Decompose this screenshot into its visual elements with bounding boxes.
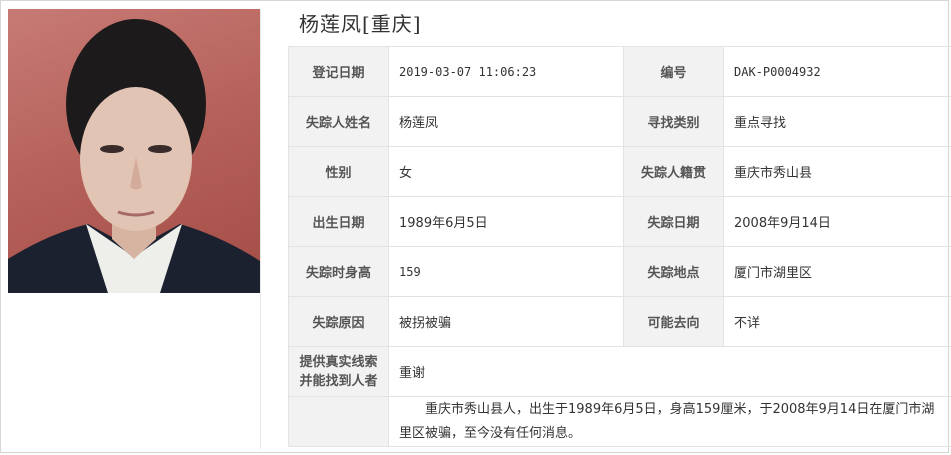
table-row: 性别 女 失踪人籍贯 重庆市秀山县: [288, 146, 951, 197]
reason-value: 被拐被骗: [388, 296, 624, 347]
reg-date-label: 登记日期: [288, 46, 389, 97]
photo-panel: [8, 9, 261, 449]
search-type-value: 重点寻找: [723, 96, 951, 147]
reward-value: 重谢: [388, 346, 951, 397]
missing-date-label: 失踪日期: [623, 196, 724, 247]
search-type-label: 寻找类别: [623, 96, 724, 147]
table-row: 出生日期 1989年6月5日 失踪日期 2008年9月14日: [288, 196, 951, 247]
description-text: 重庆市秀山县人，出生于1989年6月5日，身高159厘米，于2008年9月14日…: [388, 396, 951, 447]
person-photo: [8, 9, 260, 293]
table-row: 提供真实线索并能找到人者 重谢: [288, 346, 951, 397]
missing-date-value: 2008年9月14日: [723, 196, 951, 247]
native-place-label: 失踪人籍贯: [623, 146, 724, 197]
table-row: 失踪人姓名 杨莲凤 寻找类别 重点寻找: [288, 96, 951, 147]
table-row: 失踪时身高 159 失踪地点 厦门市湖里区: [288, 246, 951, 297]
missing-place-label: 失踪地点: [623, 246, 724, 297]
height-label: 失踪时身高: [288, 246, 389, 297]
destination-value: 不详: [723, 296, 951, 347]
gender-label: 性别: [288, 146, 389, 197]
name-label: 失踪人姓名: [288, 96, 389, 147]
missing-place-value: 厦门市湖里区: [723, 246, 951, 297]
birth-date-value: 1989年6月5日: [388, 196, 624, 247]
table-row: 失踪原因 被拐被骗 可能去向 不详: [288, 296, 951, 347]
info-table: 登记日期 2019-03-07 11:06:23 编号 DAK-P0004932…: [288, 46, 951, 447]
native-place-value: 重庆市秀山县: [723, 146, 951, 197]
reason-label: 失踪原因: [288, 296, 389, 347]
name-value: 杨莲凤: [388, 96, 624, 147]
reward-label: 提供真实线索并能找到人者: [288, 346, 389, 397]
height-value: 159: [388, 246, 624, 297]
birth-date-label: 出生日期: [288, 196, 389, 247]
portrait-illustration: [8, 19, 260, 293]
table-row: 重庆市秀山县人，出生于1989年6月5日，身高159厘米，于2008年9月14日…: [288, 396, 951, 447]
id-label: 编号: [623, 46, 724, 97]
table-row: 登记日期 2019-03-07 11:06:23 编号 DAK-P0004932: [288, 46, 951, 97]
destination-label: 可能去向: [623, 296, 724, 347]
reg-date-value: 2019-03-07 11:06:23: [388, 46, 624, 97]
description-label-cell: [288, 396, 389, 447]
page-title: 杨莲凤[重庆]: [299, 12, 422, 36]
gender-value: 女: [388, 146, 624, 197]
id-value: DAK-P0004932: [723, 46, 951, 97]
